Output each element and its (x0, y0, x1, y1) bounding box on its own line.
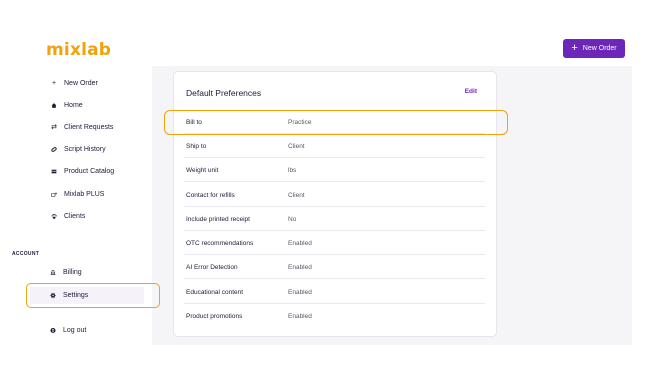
preference-label: Educational content (186, 289, 244, 296)
preference-value: Enabled (288, 313, 312, 320)
new-order-button[interactable]: + New Order (563, 39, 625, 58)
swap-arrows-icon: ⇄ (51, 124, 57, 131)
preference-value: lbs (288, 167, 297, 174)
preference-value: Enabled (288, 264, 312, 271)
sidebar-item-label: Script History (64, 145, 106, 153)
edit-button[interactable]: Edit (465, 88, 477, 95)
preference-value: Client (288, 143, 305, 150)
sidebar-item-label: Mixlab PLUS (64, 190, 105, 198)
sidebar-item-mixlab-plus[interactable]: Mixlab PLUS (51, 187, 104, 201)
preference-value: Enabled (288, 240, 312, 247)
preference-label: Product promotions (186, 313, 243, 320)
logout-icon (50, 326, 56, 334)
preference-value: Client (288, 192, 305, 199)
sidebar-item-label: Client Requests (64, 123, 114, 131)
bank-icon (50, 268, 56, 276)
sidebar-item-clients[interactable]: Clients (51, 209, 85, 223)
preference-row-weight-unit: Weight unit lbs (184, 158, 485, 182)
preference-value: Enabled (288, 289, 312, 296)
mixlab-logo[interactable]: mixlab (46, 40, 111, 60)
preference-row-ship-to: Ship to Client (184, 134, 485, 158)
preference-label: Weight unit (186, 167, 219, 174)
sidebar-item-new-order[interactable]: + New Order (51, 76, 98, 90)
paw-icon (51, 212, 57, 220)
sidebar-item-label: Home (64, 101, 83, 109)
sidebar-item-billing[interactable]: Billing (50, 265, 82, 279)
plus-badge-icon (51, 190, 57, 198)
new-order-button-label: New Order (582, 45, 617, 52)
preference-row-ai-error-detection: AI Error Detection Enabled (184, 255, 485, 279)
account-section-label: ACCOUNT (12, 251, 40, 257)
sidebar-item-label: Clients (64, 212, 86, 220)
sidebar-item-script-history[interactable]: Script History (51, 142, 106, 156)
preference-row-contact-for-refills: Contact for refills Client (184, 183, 485, 207)
sidebar-item-client-requests[interactable]: ⇄ Client Requests (51, 120, 113, 134)
sidebar-item-label: Billing (63, 268, 82, 276)
home-icon (51, 101, 57, 109)
preference-row-product-promotions: Product promotions Enabled (184, 304, 485, 328)
sidebar-item-home[interactable]: Home (51, 98, 83, 112)
logout-link[interactable]: Log out (50, 323, 86, 337)
plus-icon: + (571, 41, 578, 54)
settings-highlight-outline (26, 283, 160, 308)
preference-row-educational-content: Educational content Enabled (184, 280, 485, 304)
preference-label: Ship to (186, 143, 207, 150)
preference-row-include-printed-receipt: Include printed receipt No (184, 207, 485, 231)
sidebar-item-label: Product Catalog (64, 167, 115, 175)
preference-label: Include printed receipt (186, 216, 250, 223)
preference-value: No (288, 216, 297, 223)
preference-label: OTC recommendations (186, 240, 254, 247)
catalog-icon (51, 167, 57, 175)
sidebar-item-label: New Order (64, 79, 98, 87)
preference-row-otc-recommendations: OTC recommendations Enabled (184, 231, 485, 255)
preference-label: Contact for refills (186, 192, 235, 199)
bill-to-highlight-outline (164, 110, 508, 135)
plus-icon: + (51, 79, 57, 87)
card-title: Default Preferences (186, 88, 262, 98)
logout-label: Log out (63, 326, 87, 334)
sidebar-item-product-catalog[interactable]: Product Catalog (51, 164, 114, 178)
preference-label: AI Error Detection (186, 264, 238, 271)
pill-icon (51, 145, 57, 153)
